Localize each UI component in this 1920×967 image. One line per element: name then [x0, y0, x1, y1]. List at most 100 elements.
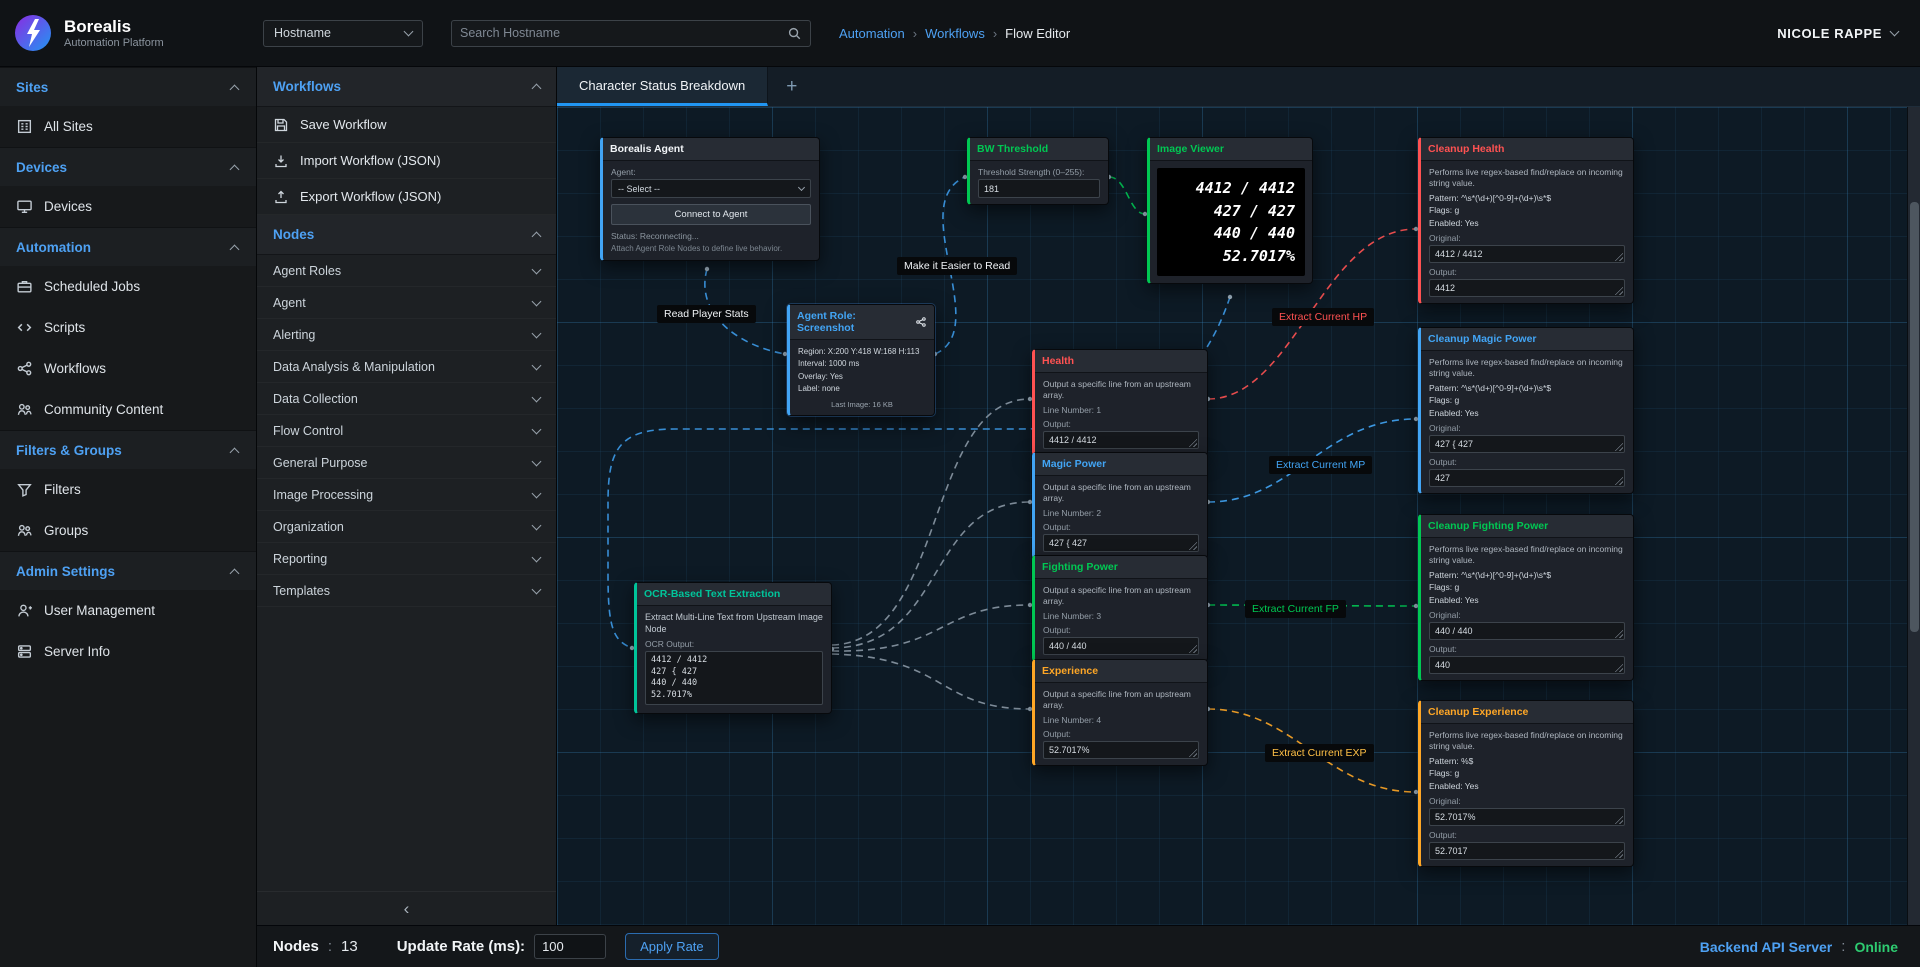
canvas-scrollbar[interactable]: [1907, 107, 1920, 925]
scrollbar-thumb[interactable]: [1910, 202, 1919, 632]
node-category-reporting[interactable]: Reporting: [257, 543, 556, 575]
sidebar-item-filters[interactable]: Filters: [0, 469, 256, 510]
node-category-organization[interactable]: Organization: [257, 511, 556, 543]
sidebar-section-devices[interactable]: Devices: [0, 147, 256, 186]
edge-label-extract-fp[interactable]: Extract Current FP: [1245, 600, 1346, 618]
sidebar-item-label: Server Info: [44, 644, 110, 659]
node-category-data-analysis[interactable]: Data Analysis & Manipulation: [257, 351, 556, 383]
sidebar-item-groups[interactable]: Groups: [0, 510, 256, 551]
output-field[interactable]: 440: [1429, 656, 1625, 674]
flow-canvas[interactable]: Borealis Agent Agent: -- Select -- Conne…: [557, 107, 1920, 925]
panel-collapse-button[interactable]: ‹: [257, 891, 556, 925]
original-field[interactable]: 52.7017%: [1429, 808, 1625, 826]
update-rate-input[interactable]: [535, 935, 606, 958]
role-label: Label: none: [798, 383, 926, 395]
sidebar-item-workflows[interactable]: Workflows: [0, 348, 256, 389]
sidebar-item-scheduled-jobs[interactable]: Scheduled Jobs: [0, 266, 256, 307]
edge-label-extract-exp[interactable]: Extract Current EXP: [1265, 744, 1374, 762]
node-agent-role-screenshot[interactable]: Agent Role: Screenshot Region: X:200 Y:4…: [787, 304, 935, 416]
node-category-agent[interactable]: Agent: [257, 287, 556, 319]
top-bar: Borealis Automation Platform Hostname Au…: [0, 0, 1920, 67]
edge-label-read-player-stats[interactable]: Read Player Stats: [657, 305, 756, 323]
viewer-line: 427 / 427: [1167, 200, 1295, 223]
share-icon[interactable]: [915, 316, 927, 328]
threshold-input[interactable]: [979, 180, 1100, 197]
panel-header-workflows[interactable]: Workflows: [257, 67, 556, 107]
workflow-share-icon: [16, 360, 33, 377]
output-field[interactable]: 427 { 427: [1043, 534, 1199, 552]
briefcase-icon: [16, 278, 33, 295]
export-workflow-button[interactable]: Export Workflow (JSON): [257, 179, 556, 215]
save-workflow-button[interactable]: Save Workflow: [257, 107, 556, 143]
search-icon: [787, 26, 802, 41]
node-ocr-text-extraction[interactable]: OCR-Based Text Extraction Extract Multi-…: [634, 582, 832, 714]
node-cleanup-health[interactable]: Cleanup Health Performs live regex-based…: [1418, 137, 1634, 304]
node-cleanup-fighting-power[interactable]: Cleanup Fighting Power Performs live reg…: [1418, 514, 1634, 681]
output-field[interactable]: 52.7017%: [1043, 741, 1199, 759]
node-health[interactable]: Health Output a specific line from an up…: [1032, 349, 1208, 456]
sidebar-section-sites[interactable]: Sites: [0, 67, 256, 106]
node-borealis-agent[interactable]: Borealis Agent Agent: -- Select -- Conne…: [600, 137, 820, 261]
regex-flags: Flags: g: [1429, 394, 1625, 406]
apply-rate-button[interactable]: Apply Rate: [625, 933, 719, 960]
original-field[interactable]: 427 { 427: [1429, 435, 1625, 453]
agent-select[interactable]: -- Select --: [611, 179, 811, 198]
output-field[interactable]: 427: [1429, 469, 1625, 487]
node-cleanup-magic-power[interactable]: Cleanup Magic Power Performs live regex-…: [1418, 327, 1634, 494]
node-category-flow-control[interactable]: Flow Control: [257, 415, 556, 447]
breadcrumb-automation[interactable]: Automation: [839, 26, 905, 41]
sidebar-item-devices[interactable]: Devices: [0, 186, 256, 227]
node-category-agent-roles[interactable]: Agent Roles: [257, 255, 556, 287]
node-fighting-power[interactable]: Fighting Power Output a specific line fr…: [1032, 555, 1208, 662]
output-field[interactable]: 4412 / 4412: [1043, 431, 1199, 449]
breadcrumb-workflows[interactable]: Workflows: [925, 26, 985, 41]
chevron-down-icon: [532, 520, 542, 530]
node-description: Performs live regex-based find/replace o…: [1429, 357, 1625, 379]
node-description: Output a specific line from an upstream …: [1043, 689, 1199, 711]
original-label: Original:: [1429, 423, 1625, 433]
original-field[interactable]: 4412 / 4412: [1429, 245, 1625, 263]
edge-label-make-it-easier[interactable]: Make it Easier to Read: [897, 257, 1017, 275]
output-field[interactable]: 440 / 440: [1043, 637, 1199, 655]
connect-to-agent-button[interactable]: Connect to Agent: [611, 204, 811, 225]
add-tab-button[interactable]: +: [768, 67, 815, 106]
node-category-image-processing[interactable]: Image Processing: [257, 479, 556, 511]
workflow-panel: Workflows Save Workflow Import Workflow …: [257, 67, 557, 925]
sidebar-section-automation[interactable]: Automation: [0, 227, 256, 266]
sidebar-item-label: Groups: [44, 523, 88, 538]
user-menu[interactable]: NICOLE RAPPE: [1777, 26, 1898, 41]
sidebar-item-server-info[interactable]: Server Info: [0, 631, 256, 672]
sidebar-section-filters-groups[interactable]: Filters & Groups: [0, 430, 256, 469]
output-label: Output:: [1043, 419, 1199, 429]
sidebar-item-user-management[interactable]: User Management: [0, 590, 256, 631]
original-field[interactable]: 440 / 440: [1429, 622, 1625, 640]
node-category-templates[interactable]: Templates: [257, 575, 556, 607]
sidebar-item-scripts[interactable]: Scripts: [0, 307, 256, 348]
original-label: Original:: [1429, 233, 1625, 243]
output-field[interactable]: 52.7017: [1429, 842, 1625, 860]
tab-character-status-breakdown[interactable]: Character Status Breakdown: [557, 67, 768, 106]
update-rate-label: Update Rate (ms):: [397, 938, 525, 955]
ocr-output-textarea[interactable]: 4412 / 4412 427 { 427 440 / 440 52.7017%: [645, 651, 823, 705]
node-category-general-purpose[interactable]: General Purpose: [257, 447, 556, 479]
node-magic-power[interactable]: Magic Power Output a specific line from …: [1032, 452, 1208, 559]
node-category-alerting[interactable]: Alerting: [257, 319, 556, 351]
backend-label: Backend API Server: [1700, 939, 1833, 955]
sidebar-item-all-sites[interactable]: All Sites: [0, 106, 256, 147]
sidebar-section-admin-settings[interactable]: Admin Settings: [0, 551, 256, 590]
node-bw-threshold[interactable]: BW Threshold Threshold Strength (0–255):: [967, 137, 1109, 205]
sidebar-item-community-content[interactable]: Community Content: [0, 389, 256, 430]
node-experience[interactable]: Experience Output a specific line from a…: [1032, 659, 1208, 766]
node-image-viewer[interactable]: Image Viewer 4412 / 4412 427 / 427 440 /…: [1147, 137, 1313, 284]
chevron-down-icon: [532, 360, 542, 370]
edge-label-extract-mp[interactable]: Extract Current MP: [1269, 456, 1372, 474]
hostname-dropdown[interactable]: Hostname: [263, 20, 423, 47]
output-field[interactable]: 4412: [1429, 279, 1625, 297]
panel-header-nodes[interactable]: Nodes: [257, 215, 556, 255]
node-category-data-collection[interactable]: Data Collection: [257, 383, 556, 415]
output-label: Output:: [1429, 644, 1625, 654]
import-workflow-button[interactable]: Import Workflow (JSON): [257, 143, 556, 179]
edge-label-extract-hp[interactable]: Extract Current HP: [1272, 308, 1374, 326]
search-input[interactable]: [460, 26, 787, 40]
node-cleanup-experience[interactable]: Cleanup Experience Performs live regex-b…: [1418, 700, 1634, 867]
